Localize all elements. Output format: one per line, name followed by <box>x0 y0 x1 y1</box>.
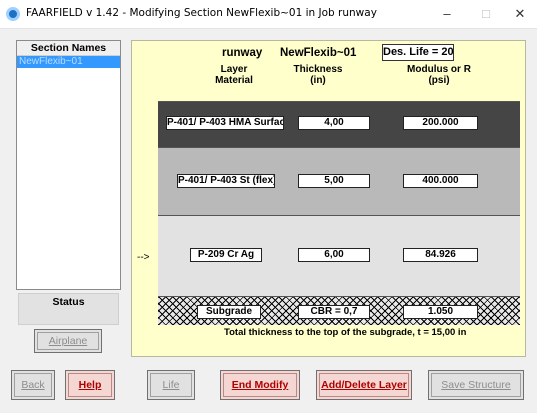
column-header-thickness: Thickness (in) <box>288 64 348 86</box>
column-header-material-line2: Material <box>215 75 253 86</box>
life-button-label: Life <box>162 379 180 391</box>
back-button[interactable]: Back <box>11 370 55 400</box>
minimize-icon[interactable]: – <box>432 4 462 24</box>
back-button-label: Back <box>21 379 45 391</box>
save-structure-button[interactable]: Save Structure <box>428 370 524 400</box>
column-header-modulus-line1: Modulus or R <box>407 64 471 75</box>
help-button[interactable]: Help <box>65 370 115 400</box>
layer-1-thickness[interactable]: 4,00 <box>298 116 370 130</box>
status-label: Status <box>52 296 85 308</box>
current-layer-arrow: --> <box>137 252 150 263</box>
close-icon[interactable]: ✕ <box>505 4 535 24</box>
title-bar: FAARFIELD v 1.42 - Modifying Section New… <box>0 0 537 29</box>
column-header-modulus-line2: (psi) <box>428 75 450 86</box>
column-header-material-line1: Layer <box>220 64 248 75</box>
layer-band-1[interactable]: P-401/ P-403 HMA Surface 4,00 200.000 <box>158 101 520 147</box>
subgrade-cbr[interactable]: CBR = 0,7 <box>298 305 370 319</box>
layer-2-modulus[interactable]: 400.000 <box>403 174 478 188</box>
column-header-material: Layer Material <box>204 64 264 86</box>
layer-3-thickness[interactable]: 6,00 <box>298 248 370 262</box>
end-modify-button[interactable]: End Modify <box>220 370 300 400</box>
layer-2-thickness[interactable]: 5,00 <box>298 174 370 188</box>
add-delete-layer-button[interactable]: Add/Delete Layer <box>316 370 412 400</box>
window-title: FAARFIELD v 1.42 - Modifying Section New… <box>26 7 377 19</box>
section-name: NewFlexib~01 <box>280 47 357 59</box>
airplane-button-label: Airplane <box>48 335 88 347</box>
layer-3-modulus[interactable]: 84.926 <box>403 248 478 262</box>
section-names-list[interactable]: Section Names NewFlexib~01 <box>16 40 121 290</box>
layer-band-subgrade[interactable]: Subgrade CBR = 0,7 1.050 <box>158 296 520 325</box>
structure-panel: runway NewFlexib~01 Des. Life = 20 Layer… <box>131 40 526 357</box>
airplane-button[interactable]: Airplane <box>34 329 102 353</box>
subgrade-material: Subgrade <box>197 305 261 319</box>
maximize-icon[interactable]: □ <box>471 4 501 24</box>
add-delete-layer-button-label: Add/Delete Layer <box>321 379 407 391</box>
layer-1-modulus[interactable]: 200.000 <box>403 116 478 130</box>
layer-band-2[interactable]: P-401/ P-403 St (flex) 5,00 400.000 <box>158 147 520 215</box>
total-thickness: Total thickness to the top of the subgra… <box>224 327 467 338</box>
layer-2-material[interactable]: P-401/ P-403 St (flex) <box>177 174 275 188</box>
section-item[interactable]: NewFlexib~01 <box>17 56 120 68</box>
status-box: Status <box>18 293 119 325</box>
column-header-thickness-line1: Thickness <box>293 64 343 75</box>
subgrade-modulus[interactable]: 1.050 <box>403 305 478 319</box>
layer-band-3[interactable]: P-209 Cr Ag 6,00 84.926 <box>158 215 520 296</box>
column-header-modulus: Modulus or R (psi) <box>394 64 484 86</box>
layer-3-material[interactable]: P-209 Cr Ag <box>190 248 262 262</box>
layer-1-material[interactable]: P-401/ P-403 HMA Surface <box>166 116 284 130</box>
section-names-header: Section Names <box>17 41 120 56</box>
column-header-thickness-line2: (in) <box>310 75 326 86</box>
help-button-label: Help <box>78 379 102 391</box>
end-modify-button-label: End Modify <box>231 379 289 391</box>
save-structure-button-label: Save Structure <box>441 379 511 391</box>
design-life-field[interactable]: Des. Life = 20 <box>382 44 454 61</box>
app-icon <box>6 7 20 21</box>
job-name: runway <box>222 47 263 59</box>
life-button[interactable]: Life <box>147 370 195 400</box>
